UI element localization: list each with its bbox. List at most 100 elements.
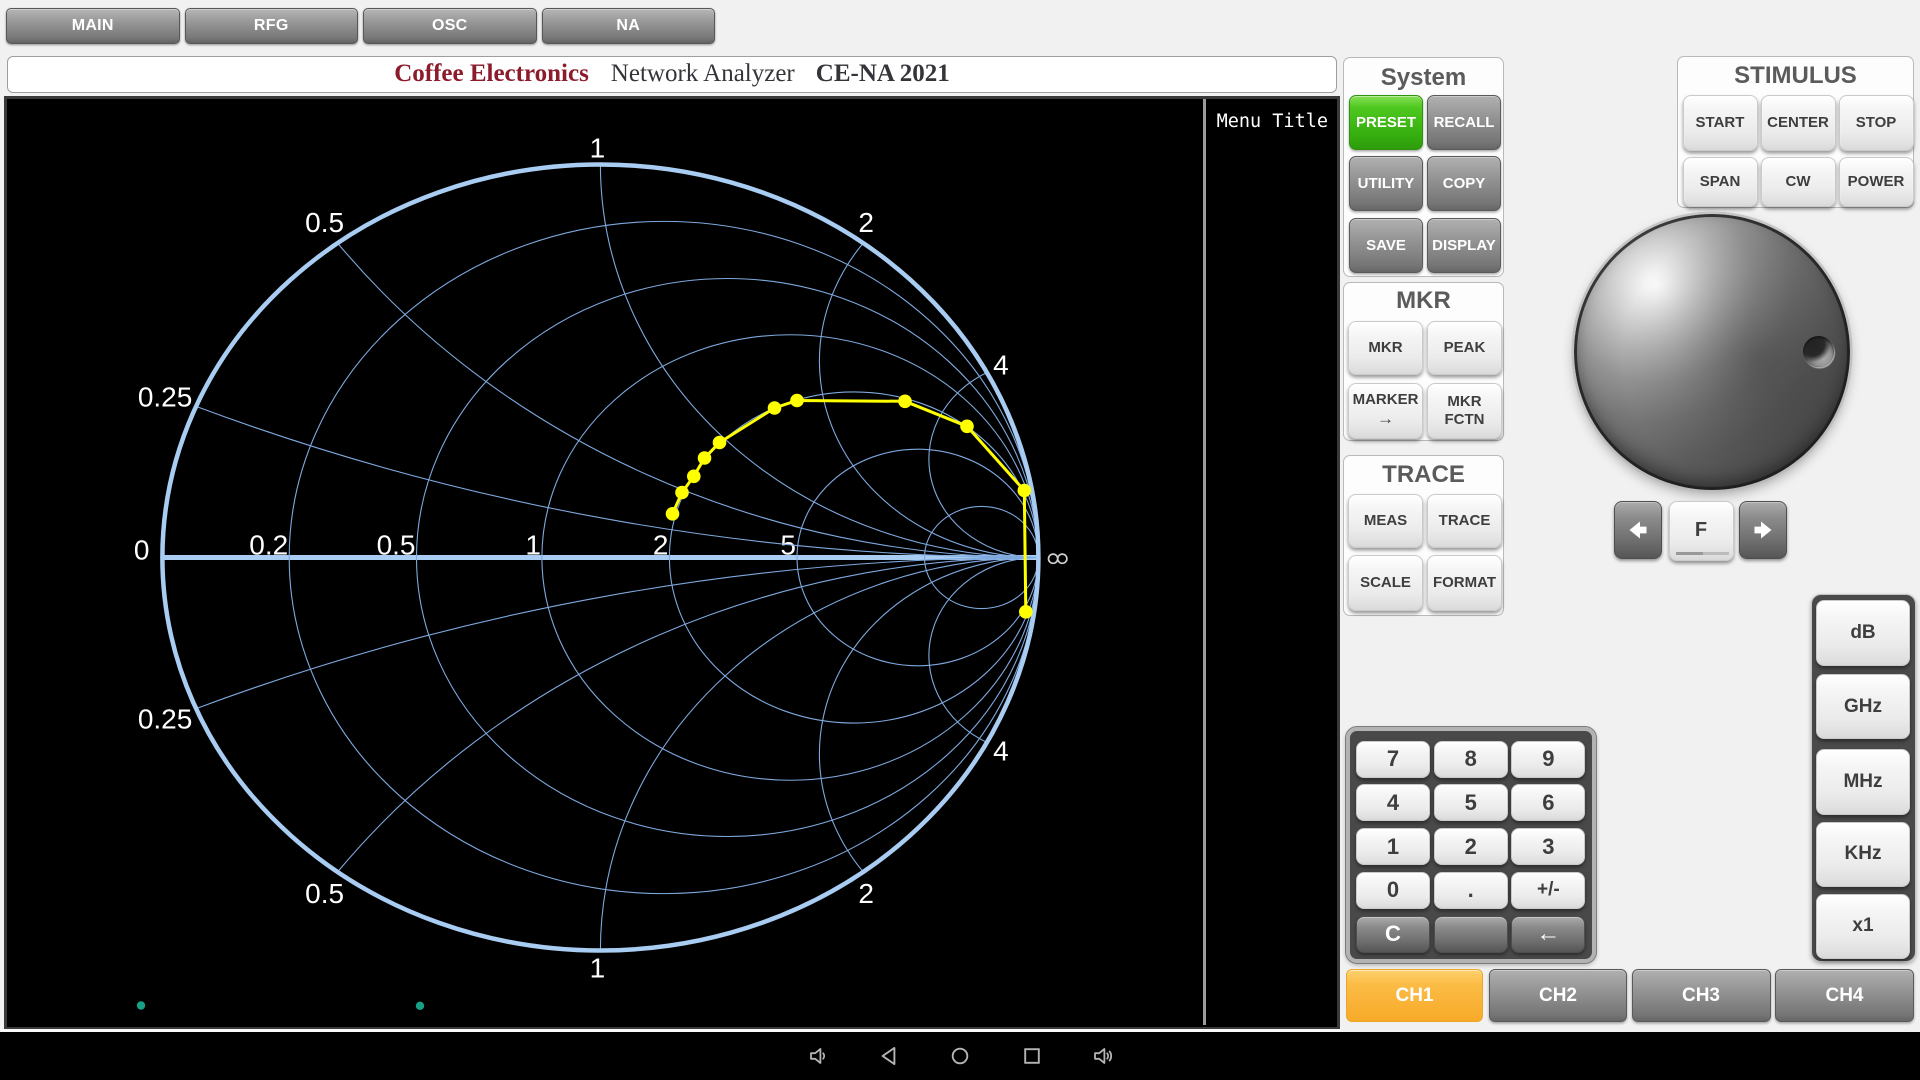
svg-text:1: 1 xyxy=(590,133,606,164)
svg-text:0.25: 0.25 xyxy=(138,381,193,412)
trace-button[interactable]: TRACE xyxy=(1427,494,1502,548)
mkr-fctn-button[interactable]: MKRFCTN xyxy=(1427,383,1502,439)
key-2[interactable]: 2 xyxy=(1434,828,1508,865)
step-left-button[interactable] xyxy=(1614,501,1662,559)
ch2-button[interactable]: CH2 xyxy=(1489,969,1627,1022)
volume-up-icon[interactable] xyxy=(1092,1044,1116,1068)
display-button[interactable]: DISPLAY xyxy=(1427,218,1501,273)
start-button[interactable]: START xyxy=(1683,95,1758,152)
key-blank[interactable] xyxy=(1434,916,1508,953)
key-5[interactable]: 5 xyxy=(1434,784,1508,821)
brand-name: Coffee Electronics xyxy=(394,60,589,88)
key-clear[interactable]: C xyxy=(1356,916,1430,953)
marker-to-label: MARKER→ xyxy=(1353,391,1419,429)
marker-dot xyxy=(137,1001,145,1009)
home-icon[interactable] xyxy=(948,1044,972,1068)
svg-text:0.5: 0.5 xyxy=(305,207,344,238)
tab-osc[interactable]: OSC xyxy=(363,8,537,44)
x1-button[interactable]: x1 xyxy=(1816,894,1910,960)
key-8-label: 8 xyxy=(1465,746,1477,772)
db-label: dB xyxy=(1850,622,1875,644)
mhz-label: MHz xyxy=(1843,771,1882,793)
ghz-button[interactable]: GHz xyxy=(1816,674,1910,740)
key-backspace[interactable]: ← xyxy=(1511,916,1585,953)
trace-dot xyxy=(713,436,727,450)
mhz-button[interactable]: MHz xyxy=(1816,749,1910,815)
cw-button[interactable]: CW xyxy=(1761,157,1836,207)
ch1-button[interactable]: CH1 xyxy=(1346,969,1483,1022)
trace-dot xyxy=(898,395,912,409)
key-plusminus[interactable]: +/- xyxy=(1511,872,1585,909)
svg-text:2: 2 xyxy=(653,530,669,561)
key-7-label: 7 xyxy=(1387,746,1399,772)
power-button[interactable]: POWER xyxy=(1839,157,1914,207)
key-0[interactable]: 0 xyxy=(1356,872,1430,909)
step-right-button[interactable] xyxy=(1739,501,1787,559)
arrow-left-icon xyxy=(1628,519,1648,541)
power-label: POWER xyxy=(1848,173,1905,191)
volume-down-icon[interactable] xyxy=(807,1044,831,1068)
format-button[interactable]: FORMAT xyxy=(1427,555,1502,611)
save-button[interactable]: SAVE xyxy=(1349,218,1423,273)
ch1-label: CH1 xyxy=(1395,985,1433,1007)
back-icon[interactable] xyxy=(877,1044,901,1068)
meas-button[interactable]: MEAS xyxy=(1348,494,1423,548)
recents-icon[interactable] xyxy=(1020,1044,1044,1068)
f-key-indicator-right xyxy=(1703,552,1729,555)
scale-button[interactable]: SCALE xyxy=(1348,555,1423,611)
scale-label: SCALE xyxy=(1360,574,1411,592)
key-3[interactable]: 3 xyxy=(1511,828,1585,865)
marker-dot xyxy=(416,1002,424,1010)
f-key[interactable]: F xyxy=(1669,501,1734,561)
key-0-label: 0 xyxy=(1387,877,1399,903)
key-1-label: 1 xyxy=(1387,834,1399,860)
ch4-button[interactable]: CH4 xyxy=(1775,969,1914,1022)
trace-dot xyxy=(768,401,782,415)
key-4[interactable]: 4 xyxy=(1356,784,1430,821)
recall-button[interactable]: RECALL xyxy=(1427,95,1501,150)
center-button[interactable]: CENTER xyxy=(1761,95,1836,152)
peak-button[interactable]: PEAK xyxy=(1427,321,1502,375)
tab-main[interactable]: MAIN xyxy=(6,8,180,44)
title-bar: Coffee Electronics Network Analyzer CE-N… xyxy=(7,56,1337,93)
key-2-label: 2 xyxy=(1465,834,1477,860)
db-button[interactable]: dB xyxy=(1816,600,1910,666)
center-label: CENTER xyxy=(1767,114,1829,132)
tab-na[interactable]: NA xyxy=(542,8,716,44)
trace-dot xyxy=(1019,605,1033,619)
utility-button[interactable]: UTILITY xyxy=(1349,156,1423,211)
span-button[interactable]: SPAN xyxy=(1683,157,1758,207)
model-number: CE-NA 2021 xyxy=(816,60,950,88)
key-backspace-label: ← xyxy=(1536,920,1560,948)
android-navbar xyxy=(0,1032,1920,1080)
ch3-button[interactable]: CH3 xyxy=(1632,969,1771,1022)
key-1[interactable]: 1 xyxy=(1356,828,1430,865)
marker-to-button[interactable]: MARKER→ xyxy=(1348,383,1423,439)
key-5-label: 5 xyxy=(1465,790,1477,816)
stimulus-panel: STIMULUS START CENTER STOP SPAN CW POWER xyxy=(1677,56,1914,208)
mkr-panel-title: MKR xyxy=(1344,287,1503,315)
copy-button[interactable]: COPY xyxy=(1427,156,1501,211)
key-9[interactable]: 9 xyxy=(1511,741,1585,778)
product-name: Network Analyzer xyxy=(611,60,795,88)
key-4-label: 4 xyxy=(1387,790,1399,816)
key-decimal[interactable]: . xyxy=(1434,872,1508,909)
khz-button[interactable]: KHz xyxy=(1816,822,1910,888)
rotary-knob[interactable] xyxy=(1574,214,1850,490)
trace-label: TRACE xyxy=(1439,512,1491,530)
tab-rfg[interactable]: RFG xyxy=(185,8,359,44)
numeric-keypad: 7 8 9 4 5 6 1 2 3 0 . +/- C ← xyxy=(1346,727,1596,963)
key-6[interactable]: 6 xyxy=(1511,784,1585,821)
recall-label: RECALL xyxy=(1434,114,1495,132)
smith-chart: 0.20.51250.250.250.50.51122440 xyxy=(7,99,1203,1025)
f-key-indicator-left xyxy=(1676,552,1703,555)
mkr-button[interactable]: MKR xyxy=(1348,321,1423,375)
svg-text:4: 4 xyxy=(993,735,1009,766)
cw-label: CW xyxy=(1786,173,1811,191)
svg-text:4: 4 xyxy=(993,350,1009,381)
utility-label: UTILITY xyxy=(1358,175,1415,193)
preset-button[interactable]: PRESET xyxy=(1349,95,1423,150)
stop-button[interactable]: STOP xyxy=(1839,95,1914,152)
key-7[interactable]: 7 xyxy=(1356,741,1430,778)
key-8[interactable]: 8 xyxy=(1434,741,1508,778)
